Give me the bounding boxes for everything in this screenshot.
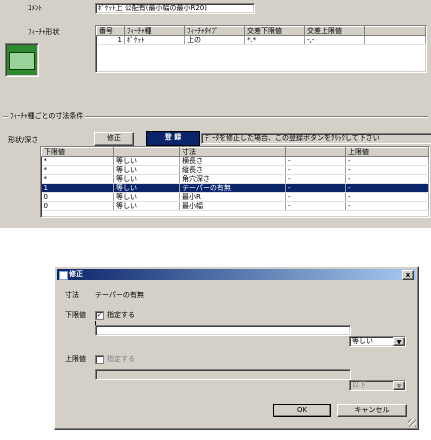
lower-value-input[interactable] <box>95 325 351 336</box>
feature-table-header: 番号 ﾌｨｰﾁｬ種 ﾌｨｰﾁｬﾀｲﾌﾟ 交差下限値 交差上限値 <box>96 26 426 36</box>
upper-limit-label: 上限値 <box>65 355 86 363</box>
register-button[interactable]: 登 録 <box>146 131 200 146</box>
header-dimension[interactable]: 寸法 <box>179 147 286 157</box>
dialog-title: 修正 <box>69 270 83 278</box>
upper-specify-checkbox[interactable] <box>95 355 104 364</box>
register-hint: ﾃﾞｰﾀを修正した場合、この登録ボタンをｸﾘｯｸして下さい <box>201 133 431 144</box>
chevron-down-icon[interactable]: ▼ <box>393 381 405 390</box>
lower-specify-checkbox[interactable]: ✓ <box>95 311 104 320</box>
upper-value-input[interactable] <box>95 369 351 380</box>
chevron-down-icon[interactable]: ▼ <box>393 337 405 346</box>
comment-input[interactable]: ﾎﾟｹｯﾄ上 公配有(最小幅の最小R20) <box>95 3 255 14</box>
header-feature-kind[interactable]: ﾌｨｰﾁｬ種 <box>124 26 185 36</box>
lower-condition-combo[interactable]: 等しい ▼ <box>349 336 406 347</box>
table-row-selected[interactable]: 1 等しい テーパーの有無 - - <box>41 183 429 193</box>
close-icon[interactable]: x <box>402 270 414 280</box>
header-upper[interactable]: 上限値 <box>345 147 429 157</box>
conditions-group-label: ﾌｨｰﾁｬ種ごとの寸法条件 <box>8 112 86 121</box>
header-tol-upper[interactable]: 交差上限値 <box>304 26 365 36</box>
dimension-value: テーパーの有無 <box>95 291 144 299</box>
table-row[interactable]: * 等しい 縦長さ - - <box>41 165 429 175</box>
dialog-title-bar[interactable]: 修正 x <box>57 269 416 280</box>
shape-depth-label: 形状/深さ <box>8 136 39 144</box>
feature-shape-label: ﾌｨｰﾁｬ形状 <box>28 28 60 36</box>
table-row[interactable]: * 等しい 横長さ - - <box>41 156 429 166</box>
conditions-table-header: 下限値 寸法 上限値 <box>41 147 429 157</box>
table-row[interactable]: 0 等しい 最小R - - <box>41 192 429 202</box>
table-row[interactable]: 1 ﾎﾟｹｯﾄ 上の *.* -,- <box>96 35 426 45</box>
ok-button[interactable]: OK <box>273 404 331 417</box>
upper-specify-label[interactable]: 指定する <box>107 355 135 364</box>
dialog-app-icon <box>59 271 68 280</box>
feature-table[interactable]: 番号 ﾌｨｰﾁｬ種 ﾌｨｰﾁｬﾀｲﾌﾟ 交差下限値 交差上限値 1 ﾎﾟｹｯﾄ … <box>95 25 427 73</box>
lower-limit-label: 下限値 <box>65 311 86 319</box>
comment-label: ｺﾒﾝﾄ <box>28 4 42 12</box>
pocket-shape-icon <box>9 52 35 70</box>
feature-thumbnail <box>5 43 39 77</box>
header-lower[interactable]: 下限値 <box>41 147 114 157</box>
cancel-button[interactable]: キャンセル <box>337 404 407 417</box>
upper-condition-combo[interactable]: 以下 ▼ <box>349 380 406 391</box>
header-tol-lower[interactable]: 交差下限値 <box>244 26 305 36</box>
header-feature-type[interactable]: ﾌｨｰﾁｬﾀｲﾌﾟ <box>184 26 245 36</box>
resize-grip-icon[interactable] <box>408 419 416 427</box>
lower-specify-label[interactable]: 指定する <box>107 311 135 320</box>
header-number[interactable]: 番号 <box>96 26 125 36</box>
table-row[interactable]: 0 等しい 最小幅 - - <box>41 201 429 211</box>
conditions-table[interactable]: 下限値 寸法 上限値 * 等しい 横長さ - - * 等しい 縦長さ - - * 等しい 角穴深さ -… <box>40 146 430 218</box>
modify-button[interactable]: 修正 <box>94 132 134 146</box>
table-row[interactable]: * 等しい 角穴深さ - - <box>41 174 429 184</box>
dimension-label: 寸法 <box>65 291 79 299</box>
modify-dialog: 修正 x 寸法 テーパーの有無 下限値 ✓ 指定する 等しい ▼ 上限値 指定す… <box>54 266 419 430</box>
